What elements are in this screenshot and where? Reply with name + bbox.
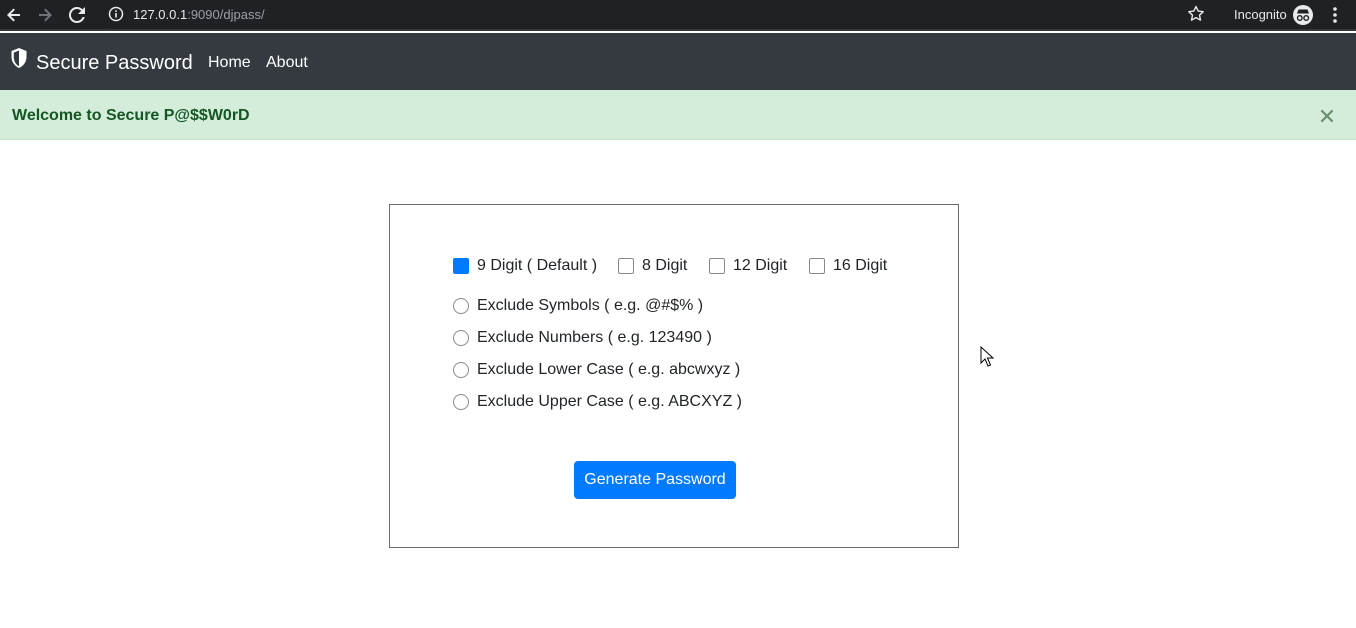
exclude-numbers-option[interactable]: Exclude Numbers ( e.g. 123490 ) — [453, 329, 712, 347]
length-checkbox-8[interactable] — [618, 258, 634, 274]
address-bar[interactable]: 127.0.0.1:9090/djpass/ — [98, 1, 1214, 28]
welcome-alert: Welcome to Secure P@$$W0rD — [0, 90, 1356, 140]
length-label-9: 9 Digit ( Default ) — [477, 257, 598, 274]
close-icon[interactable] — [1318, 107, 1336, 125]
incognito-label: Incognito — [1234, 7, 1287, 22]
length-label-8: 8 Digit — [642, 257, 688, 274]
url-text: 127.0.0.1:9090/djpass/ — [133, 7, 265, 22]
exclude-uppercase-radio[interactable] — [453, 394, 469, 410]
length-checkbox-9[interactable] — [453, 258, 469, 274]
length-label-12: 12 Digit — [733, 257, 788, 274]
url-path: :9090/djpass/ — [187, 7, 265, 22]
length-label-16: 16 Digit — [833, 257, 888, 274]
menu-kebab-icon[interactable] — [1325, 4, 1345, 26]
info-icon[interactable] — [108, 6, 124, 22]
navbar-brand[interactable]: Secure Password — [36, 52, 193, 75]
forward-arrow-icon[interactable] — [33, 3, 57, 27]
exclude-numbers-label: Exclude Numbers ( e.g. 123490 ) — [477, 329, 712, 346]
generate-password-button[interactable]: Generate Password — [574, 461, 736, 499]
nav-link-about[interactable]: About — [266, 54, 308, 72]
back-arrow-icon[interactable] — [2, 3, 26, 27]
length-option-12[interactable]: 12 Digit — [709, 257, 787, 275]
navbar: Secure Password Home About — [0, 33, 1356, 90]
bookmark-star-icon[interactable] — [1186, 4, 1206, 24]
browser-toolbar: 127.0.0.1:9090/djpass/ Incognito — [0, 0, 1356, 31]
exclude-lowercase-radio[interactable] — [453, 362, 469, 378]
reload-icon[interactable] — [65, 3, 89, 27]
incognito-icon[interactable] — [1292, 4, 1314, 26]
exclude-symbols-label: Exclude Symbols ( e.g. @#$% ) — [477, 297, 704, 314]
exclude-uppercase-option[interactable]: Exclude Upper Case ( e.g. ABCXYZ ) — [453, 393, 742, 411]
exclude-uppercase-label: Exclude Upper Case ( e.g. ABCXYZ ) — [477, 393, 742, 410]
length-option-16[interactable]: 16 Digit — [809, 257, 887, 275]
nav-link-home[interactable]: Home — [208, 54, 251, 72]
exclude-symbols-option[interactable]: Exclude Symbols ( e.g. @#$% ) — [453, 297, 703, 315]
alert-message: Welcome to Secure P@$$W0rD — [12, 107, 250, 124]
exclude-lowercase-label: Exclude Lower Case ( e.g. abcwxyz ) — [477, 361, 741, 378]
mouse-cursor-icon — [980, 346, 994, 367]
url-host: 127.0.0.1 — [133, 7, 188, 22]
shield-icon — [11, 48, 27, 68]
length-option-9[interactable]: 9 Digit ( Default ) — [453, 257, 597, 275]
length-checkbox-16[interactable] — [809, 258, 825, 274]
exclude-symbols-radio[interactable] — [453, 298, 469, 314]
exclude-lowercase-option[interactable]: Exclude Lower Case ( e.g. abcwxyz ) — [453, 361, 740, 379]
exclude-numbers-radio[interactable] — [453, 330, 469, 346]
password-options-card: 9 Digit ( Default ) 8 Digit 12 Digit 16 … — [389, 204, 959, 548]
length-checkbox-12[interactable] — [709, 258, 725, 274]
length-option-8[interactable]: 8 Digit — [618, 257, 687, 275]
